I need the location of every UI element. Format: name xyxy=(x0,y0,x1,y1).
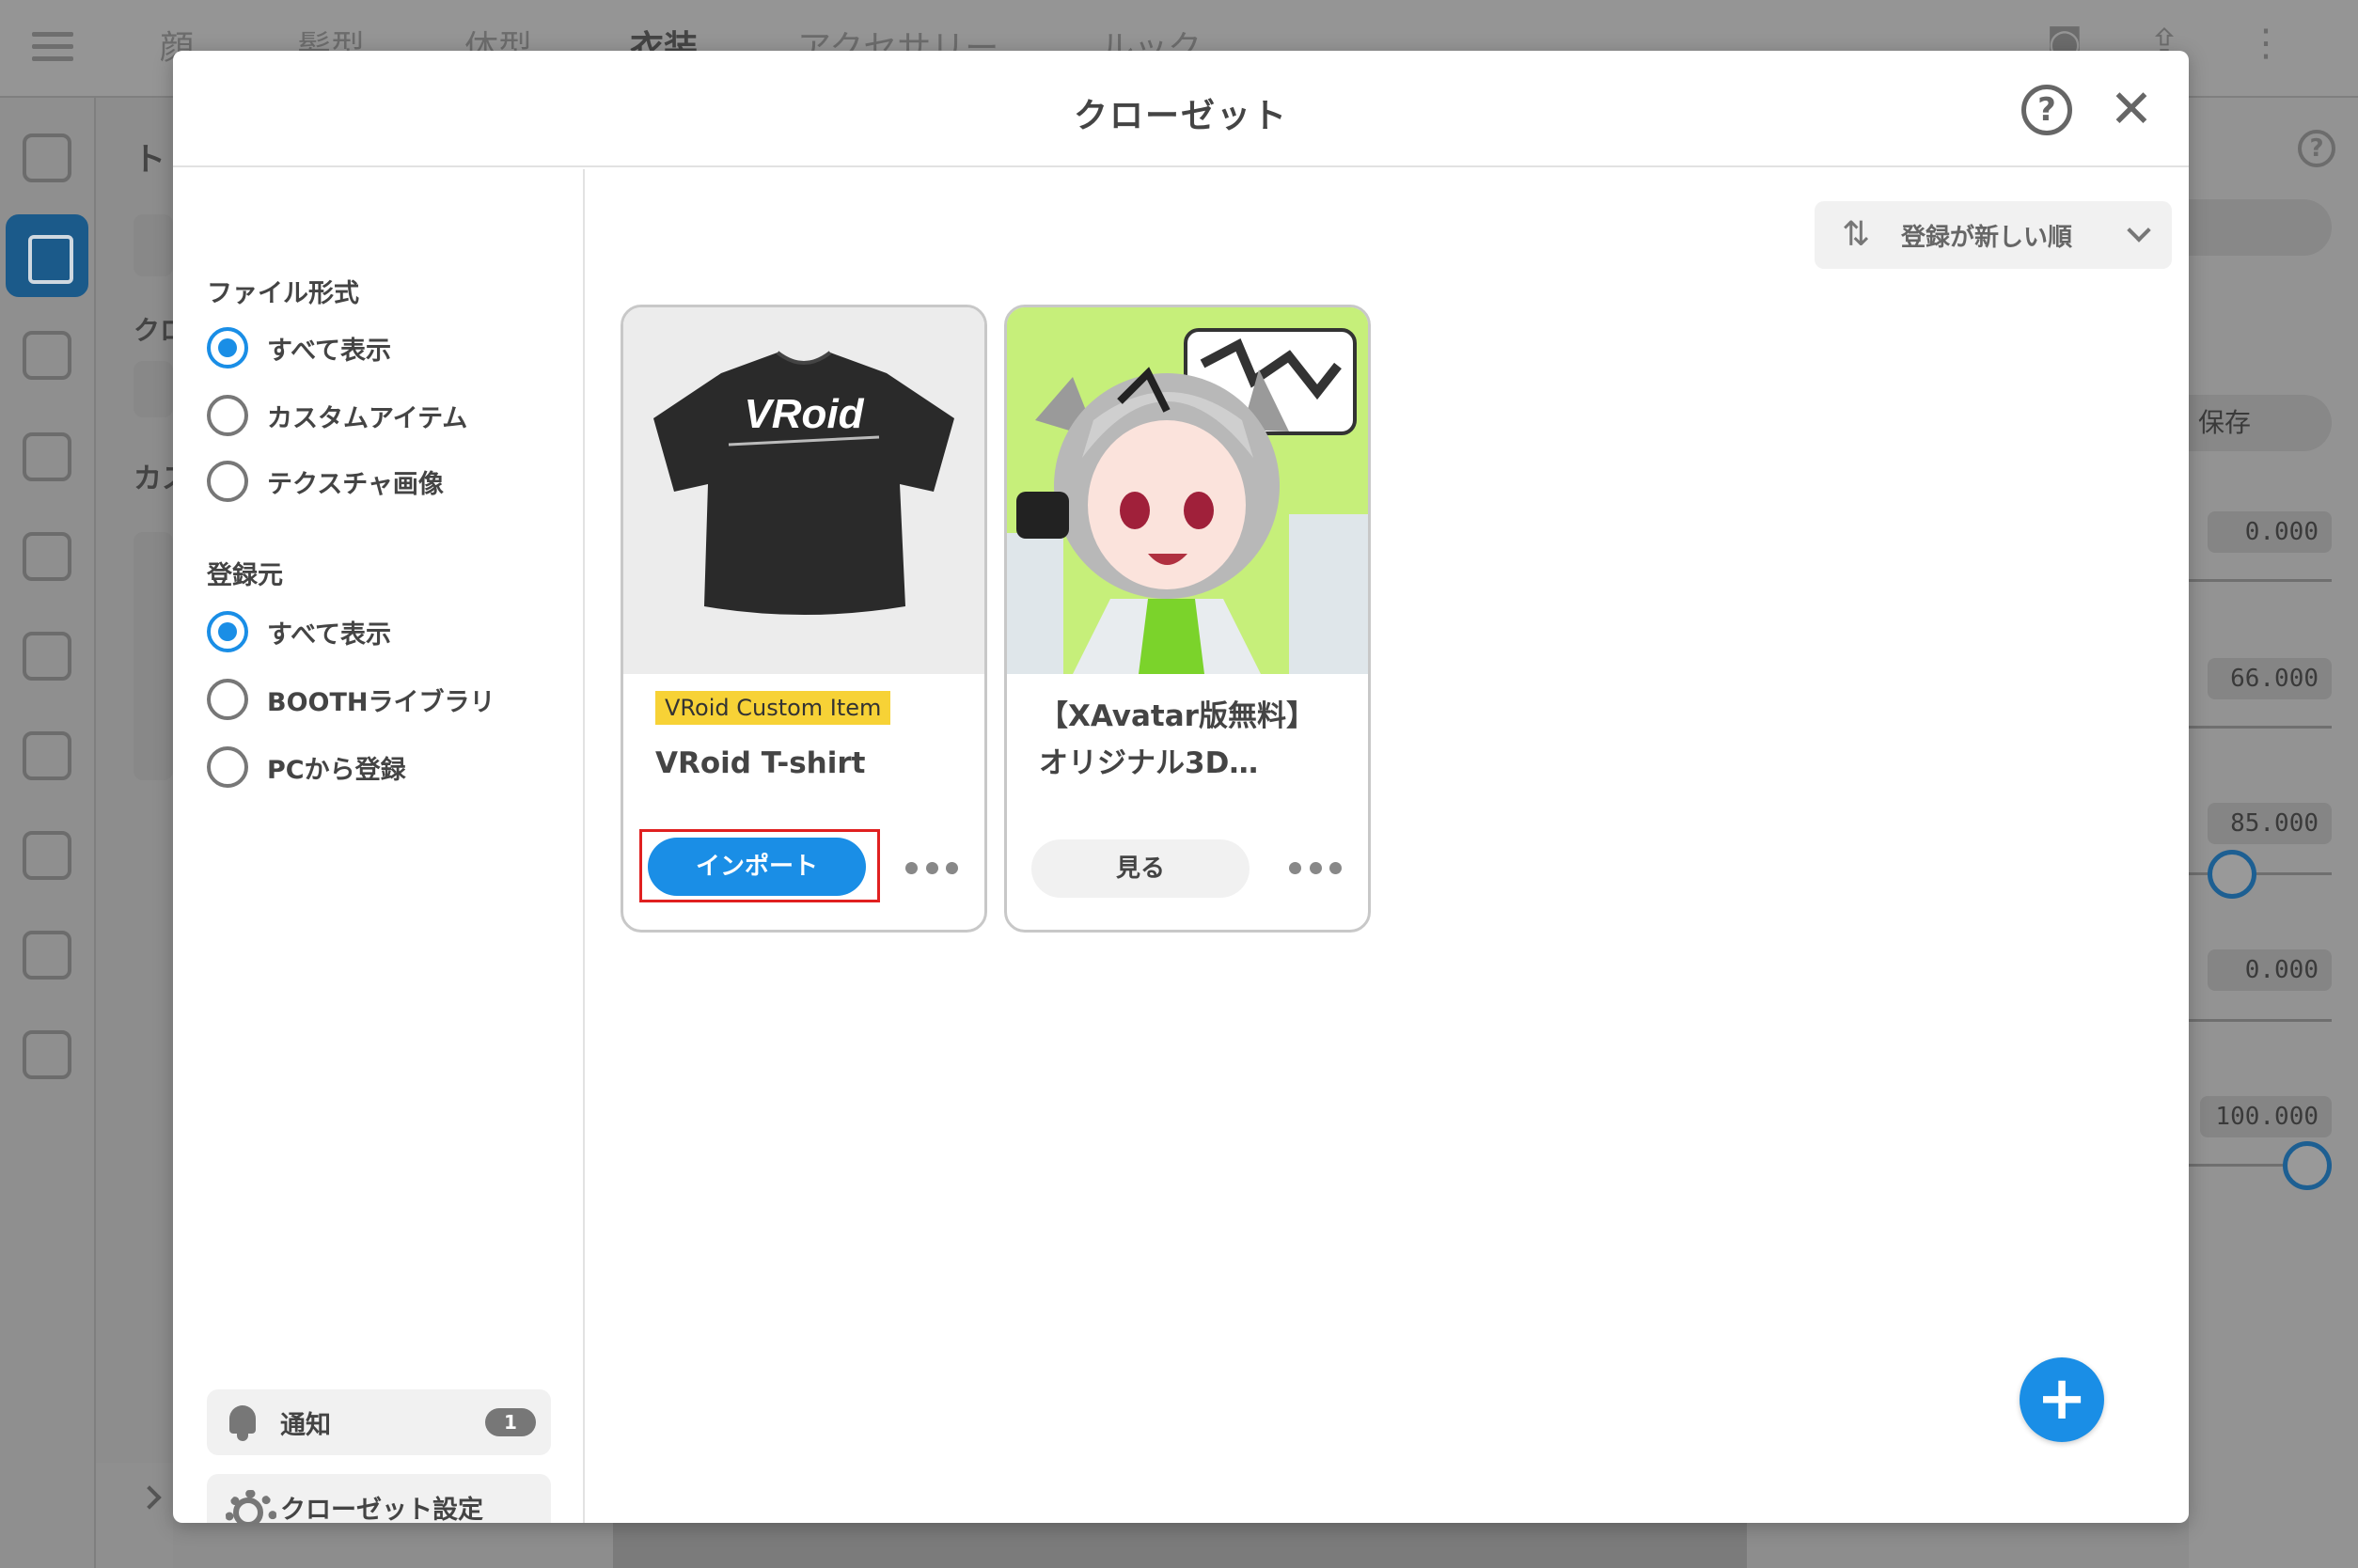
sidebar-tie-icon[interactable] xyxy=(23,532,71,581)
sidebar-inner-icon[interactable] xyxy=(23,133,71,182)
bg-slider-track-2 xyxy=(2189,726,2332,729)
bg-value-2[interactable]: 66.000 xyxy=(2208,658,2332,699)
bg-right-pill xyxy=(2189,199,2332,256)
bell-icon xyxy=(222,1402,263,1443)
bg-value-3[interactable]: 85.000 xyxy=(2208,803,2332,844)
radio-label: すべて表示 xyxy=(267,336,392,366)
radio-file-texture[interactable]: テクスチャ画像 xyxy=(207,461,444,502)
dialog-title: クローゼット xyxy=(1073,97,1288,135)
more-options-icon[interactable] xyxy=(905,851,958,885)
sidebar-brush-icon[interactable] xyxy=(23,632,71,681)
view-button[interactable]: 見る xyxy=(1031,839,1250,898)
notifications-button[interactable]: 通知 1 xyxy=(207,1389,551,1455)
radio-button[interactable] xyxy=(207,611,248,652)
bg-value-4[interactable]: 0.000 xyxy=(2208,949,2332,991)
radio-label: カスタムアイテム xyxy=(267,403,468,433)
radio-label: テクスチャ画像 xyxy=(267,469,444,499)
more-vertical-icon[interactable]: ⋮ xyxy=(2245,23,2287,64)
sort-dropdown[interactable]: ⇅ 登録が新しい順 xyxy=(1815,201,2172,269)
notifications-label: 通知 xyxy=(280,1410,331,1440)
hamburger-menu-icon[interactable] xyxy=(32,32,73,61)
bg-panel-box-2 xyxy=(134,361,173,417)
item-title: VRoid T-shirt xyxy=(655,746,866,780)
sidebar-underwear-icon[interactable] xyxy=(23,831,71,880)
radio-label: BOOTHライブラリ xyxy=(267,687,495,717)
sidebar-dress-icon[interactable] xyxy=(23,432,71,481)
closet-dialog: クローゼット ? ✕ ファイル形式 すべて表示 カスタムアイテム テクスチャ画像… xyxy=(173,51,2189,1523)
sidebar-bottoms-icon[interactable] xyxy=(23,331,71,380)
tshirt-logo-text: VRoid xyxy=(744,391,864,437)
bg-help-icon[interactable]: ? xyxy=(2298,130,2335,167)
bg-value-5[interactable]: 100.000 xyxy=(2200,1096,2332,1137)
more-options-icon[interactable] xyxy=(1289,851,1342,885)
radio-button[interactable] xyxy=(207,679,248,720)
bg-slider-track-4 xyxy=(2189,1019,2332,1022)
item-title: 【XAvatar版無料】 オリジナル3D… xyxy=(1039,693,1349,787)
radio-button[interactable] xyxy=(207,327,248,368)
add-item-button[interactable]: + xyxy=(2020,1357,2104,1442)
radio-source-booth[interactable]: BOOTHライブラリ xyxy=(207,679,495,720)
closet-item-card[interactable]: 【XAvatar版無料】 オリジナル3D… 見る xyxy=(1004,305,1371,933)
gear-icon xyxy=(222,1486,276,1523)
bg-slider-knob-3[interactable] xyxy=(2208,850,2256,899)
sort-arrows-icon: ⇅ xyxy=(1841,215,1871,254)
tshirt-thumbnail: VRoid xyxy=(623,307,984,674)
chevron-down-icon xyxy=(2127,218,2151,243)
file-type-heading: ファイル形式 xyxy=(207,279,359,308)
radio-source-all[interactable]: すべて表示 xyxy=(207,611,391,652)
radio-file-all[interactable]: すべて表示 xyxy=(207,327,391,368)
bg-bottom-area xyxy=(613,1523,1747,1568)
sidebar-shoes-icon[interactable] xyxy=(23,1030,71,1079)
import-highlight-box xyxy=(639,829,880,902)
bg-value-1[interactable]: 0.000 xyxy=(2208,511,2332,553)
radio-label: すべて表示 xyxy=(267,619,392,650)
bg-panel-box-3 xyxy=(134,532,173,780)
radio-label: PCから登録 xyxy=(267,755,406,785)
item-title-line-2: オリジナル3D… xyxy=(1039,746,1259,780)
custom-item-tag: VRoid Custom Item xyxy=(655,691,891,725)
closet-settings-button[interactable]: クローゼット設定 xyxy=(207,1474,551,1523)
bg-slider-knob-5[interactable] xyxy=(2283,1141,2332,1190)
filter-panel: ファイル形式 すべて表示 カスタムアイテム テクスチャ画像 登録元 すべて表示 … xyxy=(173,169,585,1523)
sidebar-tops-icon[interactable] xyxy=(6,214,88,297)
tshirt-image: VRoid xyxy=(653,351,954,615)
avatar-thumbnail xyxy=(1007,307,1368,674)
sort-label: 登録が新しい順 xyxy=(1901,223,2073,252)
help-icon[interactable]: ? xyxy=(2021,85,2072,135)
radio-source-pc[interactable]: PCから登録 xyxy=(207,746,406,788)
radio-button[interactable] xyxy=(207,461,248,502)
notification-count-badge: 1 xyxy=(485,1408,536,1436)
radio-button[interactable] xyxy=(207,746,248,788)
bg-panel-box xyxy=(134,214,173,276)
bg-save-button[interactable]: 保存 xyxy=(2189,395,2332,451)
bg-bottom-bar xyxy=(96,1463,173,1568)
dialog-header: クローゼット ? ✕ xyxy=(173,51,2189,167)
closet-settings-label: クローゼット設定 xyxy=(280,1495,483,1524)
source-heading: 登録元 xyxy=(207,561,283,590)
sidebar-coat-icon[interactable] xyxy=(23,731,71,780)
radio-button[interactable] xyxy=(207,395,248,436)
close-icon[interactable]: ✕ xyxy=(2106,84,2157,136)
radio-file-custom-item[interactable]: カスタムアイテム xyxy=(207,395,467,436)
item-title-line-1: 【XAvatar版無料】 xyxy=(1039,699,1315,733)
bg-slider-track-1 xyxy=(2189,579,2332,582)
avatar-image xyxy=(1007,307,1368,674)
sidebar-socks-icon[interactable] xyxy=(23,931,71,980)
bg-panel-heading: ト xyxy=(134,141,165,179)
